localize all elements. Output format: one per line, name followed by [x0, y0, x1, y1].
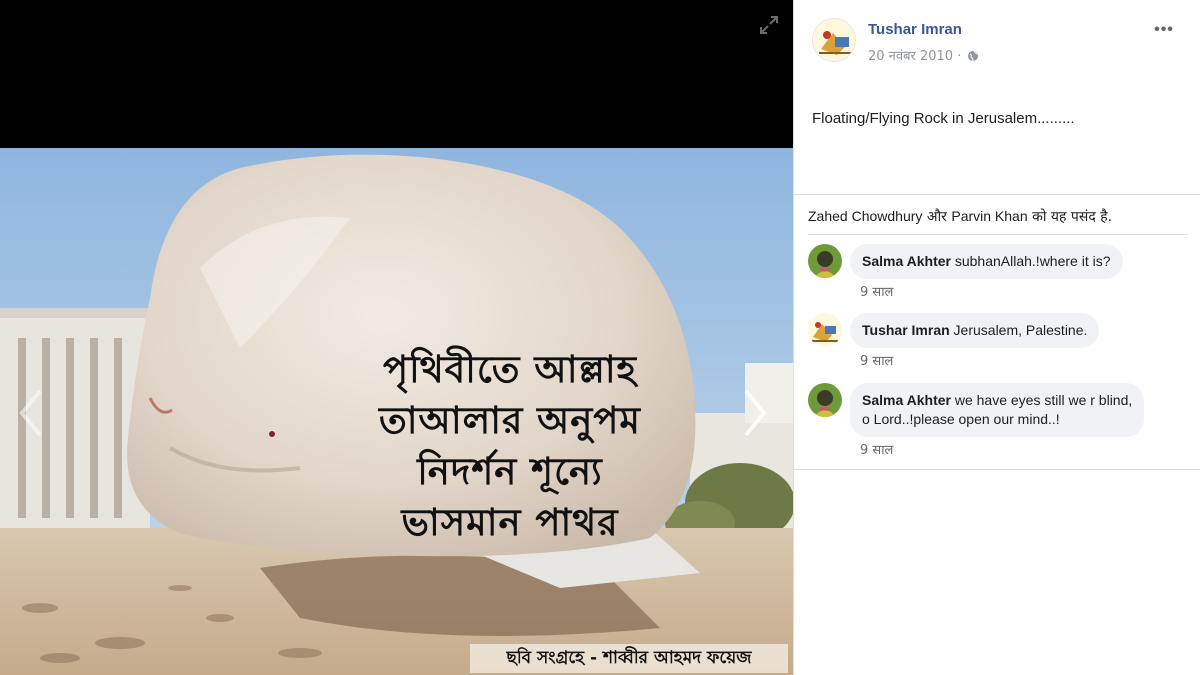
comment-time[interactable]: 9 साल	[860, 351, 893, 369]
rock-caption-line: ভাসমান পাথর	[401, 501, 619, 544]
comment-author[interactable]: Tushar Imran	[862, 322, 950, 338]
photo-viewer: পৃথিবীতে আল্লাহ তাআলার অনুপম নিদর্শন শূন…	[0, 0, 793, 675]
comment-text: o Lord..!please open our mind..!	[862, 411, 1060, 427]
commenter-avatar[interactable]	[808, 244, 842, 278]
post-text: Floating/Flying Rock in Jerusalem.......…	[812, 110, 1075, 127]
rock-caption-line: পৃথিবীতে আল্লাহ	[383, 348, 637, 391]
comment-bubble: Salma Akhter subhanAllah.!where it is?	[850, 244, 1123, 279]
expand-icon[interactable]	[758, 14, 780, 36]
more-options-button[interactable]: •••	[1152, 20, 1176, 40]
divider	[808, 234, 1188, 235]
post-details: Tushar Imran 20 नवंबर 2010 · ••• Floatin…	[794, 0, 1200, 470]
post-meta: 20 नवंबर 2010 ·	[868, 46, 979, 66]
photo-credit: ছবি সংগ্রহে - শাব্বীর আহমদ ফয়েজ	[470, 644, 788, 673]
comment-bubble: Salma Akhter we have eyes still we r bli…	[850, 383, 1145, 437]
likes-connector: और	[922, 209, 952, 225]
comment-text: we have eyes still we r blind,	[954, 392, 1133, 408]
rock-caption: পৃথিবীতে আল্লাহ তাআলার অনুপম নিদর্শন শূন…	[330, 344, 690, 548]
likes-suffix: को यह पसंद है.	[1027, 209, 1113, 225]
rock-caption-line: তাআলার অনুপম	[379, 399, 641, 442]
liker-name[interactable]: Zahed Chowdhury	[808, 208, 922, 224]
comment-author[interactable]: Salma Akhter	[862, 253, 951, 269]
rock-caption-line: নিদর্শন শূন্যে	[417, 450, 603, 493]
post-panel: Tushar Imran 20 नवंबर 2010 · ••• Floatin…	[793, 0, 1200, 675]
comment-text: subhanAllah.!where it is?	[954, 253, 1111, 269]
commenter-avatar[interactable]	[808, 313, 842, 347]
comment-author[interactable]: Salma Akhter	[862, 392, 951, 408]
author-name[interactable]: Tushar Imran	[868, 21, 962, 38]
comment-bubble: Tushar Imran Jerusalem, Palestine.	[850, 313, 1100, 348]
liker-name[interactable]: Parvin Khan	[951, 208, 1027, 224]
divider	[794, 194, 1200, 195]
commenter-avatar[interactable]	[808, 383, 842, 417]
globe-icon[interactable]	[967, 50, 979, 66]
post-date[interactable]: 20 नवंबर 2010	[868, 49, 953, 64]
comment-time[interactable]: 9 साल	[860, 440, 893, 458]
chevron-right-icon[interactable]	[738, 385, 772, 441]
meta-separator: ·	[953, 49, 966, 64]
chevron-left-icon[interactable]	[14, 385, 48, 441]
comment-text: Jerusalem, Palestine.	[953, 322, 1088, 338]
likes-summary: Zahed Chowdhury और Parvin Khan को यह पसं…	[808, 207, 1112, 226]
author-avatar[interactable]	[812, 18, 856, 62]
comment-time[interactable]: 9 साल	[860, 282, 893, 300]
